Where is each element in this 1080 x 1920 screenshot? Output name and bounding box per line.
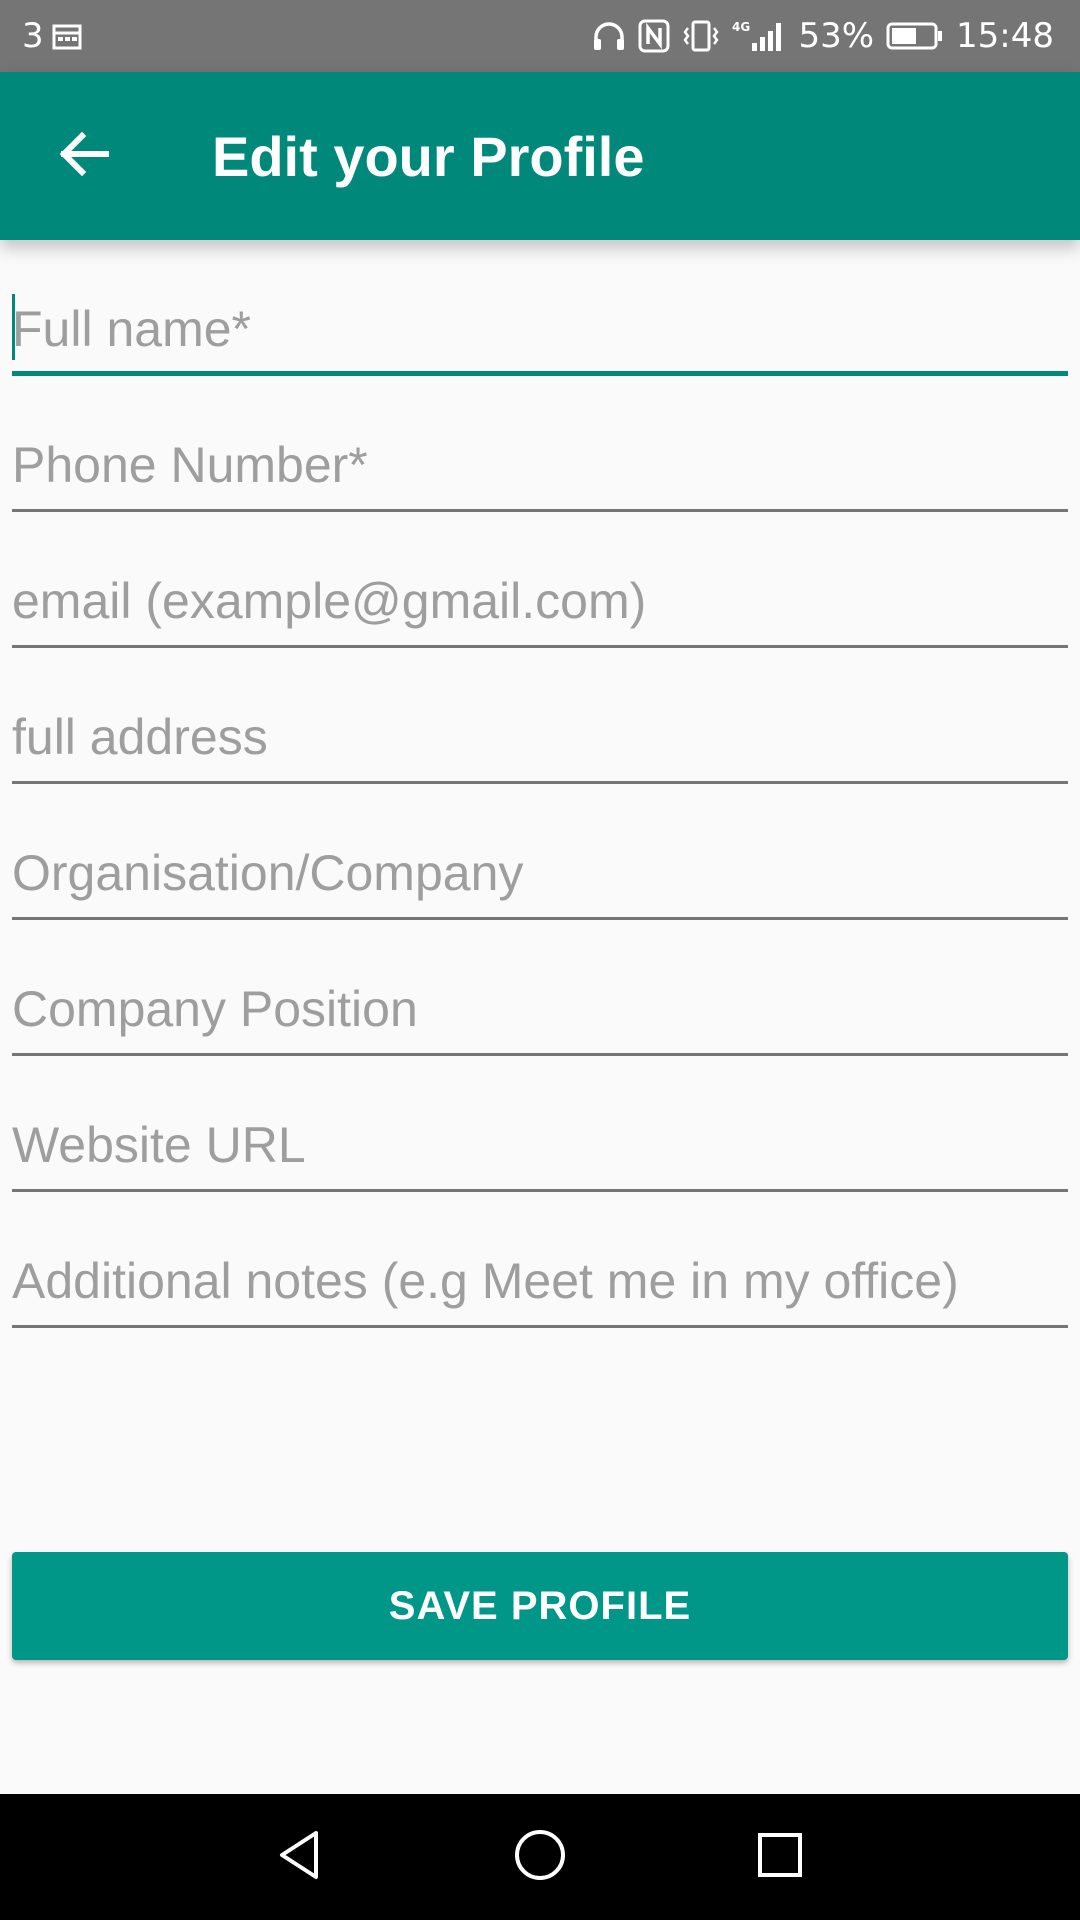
battery-icon	[886, 21, 944, 51]
address-input[interactable]	[12, 702, 1068, 772]
headphones-icon	[592, 20, 626, 52]
organisation-field	[12, 784, 1068, 920]
home-circle-icon	[512, 1827, 568, 1887]
nav-recents-button[interactable]	[720, 1797, 840, 1917]
company-position-input[interactable]	[12, 974, 1068, 1044]
additional-notes-input[interactable]	[12, 1246, 1068, 1316]
website-url-input[interactable]	[12, 1110, 1068, 1180]
company-position-field	[12, 920, 1068, 1056]
profile-form	[12, 240, 1068, 1328]
back-triangle-icon	[272, 1827, 328, 1887]
field-underline	[12, 1325, 1068, 1328]
website-url-field	[12, 1056, 1068, 1192]
phone-number-field	[12, 376, 1068, 512]
full-name-input[interactable]	[12, 294, 1068, 364]
system-nav-bar	[0, 1794, 1080, 1920]
text-caret	[12, 294, 15, 360]
page-title: Edit your Profile	[212, 124, 645, 188]
calendar-icon	[52, 22, 82, 50]
arrow-left-icon	[58, 128, 110, 184]
status-right: 4G 53% 15:48	[592, 16, 1080, 56]
save-profile-button[interactable]: SAVE PROFILE	[12, 1552, 1068, 1660]
status-left: 3	[0, 16, 82, 56]
additional-notes-field	[12, 1192, 1068, 1328]
email-field	[12, 512, 1068, 648]
notification-count: 3	[22, 16, 44, 56]
back-button[interactable]	[36, 108, 132, 204]
recents-square-icon	[752, 1827, 808, 1887]
nav-back-button[interactable]	[240, 1797, 360, 1917]
phone-number-input[interactable]	[12, 430, 1068, 500]
svg-text:4G: 4G	[732, 20, 750, 34]
signal-icon: 4G	[732, 19, 786, 53]
address-field	[12, 648, 1068, 784]
full-name-field	[12, 240, 1068, 376]
app-bar: Edit your Profile	[0, 72, 1080, 240]
status-bar: 3 4G 53% 15:48	[0, 0, 1080, 72]
organisation-input[interactable]	[12, 838, 1068, 908]
battery-percent: 53%	[798, 16, 875, 56]
email-input[interactable]	[12, 566, 1068, 636]
vibrate-icon	[682, 20, 720, 52]
nfc-icon	[638, 19, 670, 53]
nav-home-button[interactable]	[480, 1797, 600, 1917]
clock-time: 15:48	[956, 16, 1054, 56]
